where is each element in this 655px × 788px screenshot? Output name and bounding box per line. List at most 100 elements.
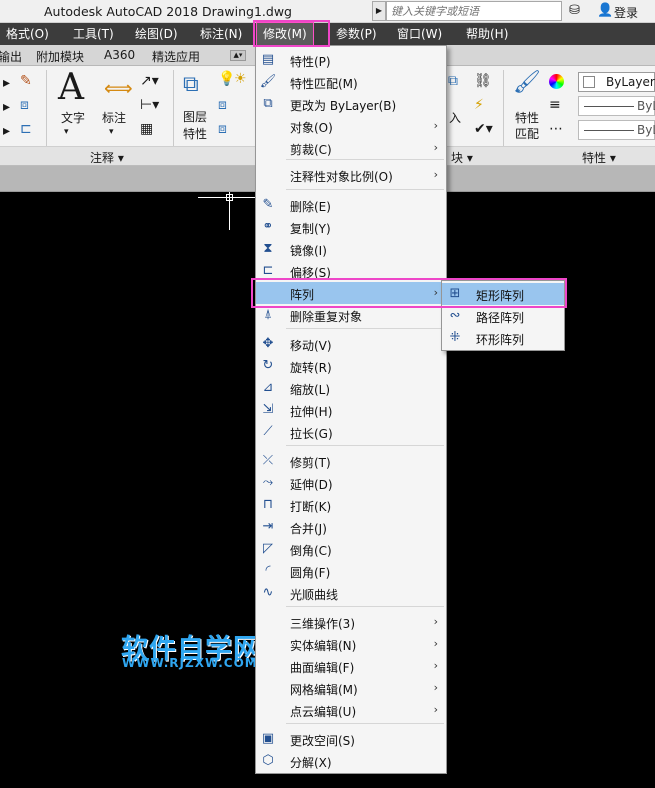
menu-item[interactable]: 对象(O) › — [256, 115, 446, 137]
lineweight-icon[interactable]: ≡ — [549, 98, 561, 112]
panel-label-annotate[interactable]: 注释 ▾ — [90, 149, 124, 166]
menu-item[interactable]: ✎ 删除(E) — [256, 194, 446, 216]
menu-item[interactable]: 曲面编辑(F) › — [256, 655, 446, 677]
user-icon[interactable]: 👤 — [597, 3, 613, 18]
create-block-icon[interactable]: ⧉ — [448, 74, 458, 88]
rotate-icon: ↻ — [262, 358, 274, 373]
lightbulb-icon[interactable]: 💡 — [218, 72, 235, 86]
leader-icon[interactable]: ↗▾ — [140, 74, 159, 88]
table-icon[interactable]: ▦ — [140, 122, 153, 136]
block-tool-icon[interactable]: ⛓ — [474, 74, 492, 88]
dropdown-arrow-icon[interactable]: ▸ — [3, 124, 10, 138]
dimension-tool-icon[interactable]: ⟺ — [104, 78, 133, 98]
scale-icon: ⊿ — [262, 380, 274, 395]
menu-item[interactable]: 注释性对象比例(O) › — [256, 164, 446, 186]
menu-item[interactable]: 🖌 特性匹配(M) — [256, 71, 446, 93]
chevron-down-icon[interactable]: ▾ — [64, 128, 69, 137]
dropdown-arrow-icon[interactable]: ▸ — [3, 76, 10, 90]
submenu-item[interactable]: ⁜ 环形阵列 — [442, 327, 564, 349]
menu-item-label: 对象(O) — [290, 121, 333, 135]
linetype-preview — [584, 130, 634, 131]
menu-tools[interactable]: 工具(T) — [73, 23, 114, 45]
dropdown-arrow-icon[interactable]: ▸ — [3, 100, 10, 114]
menu-item[interactable]: 点云编辑(U) › — [256, 699, 446, 721]
match-properties-icon[interactable]: 🖌 — [513, 72, 541, 94]
menu-item[interactable]: ⇲ 拉伸(H) — [256, 399, 446, 421]
menu-parametric[interactable]: 参数(P) — [336, 23, 377, 45]
menu-item[interactable]: ⊿ 缩放(L) — [256, 377, 446, 399]
menu-item[interactable]: ⊏ 偏移(S) — [256, 260, 446, 282]
color-combo[interactable]: ByLayer — [578, 72, 655, 92]
menu-modify[interactable]: 修改(M) — [256, 22, 314, 46]
submenu-item[interactable]: ∾ 路径阵列 — [442, 305, 564, 327]
panel-label-properties[interactable]: 特性 ▾ — [582, 149, 616, 166]
menu-item[interactable]: 网格编辑(M) › — [256, 677, 446, 699]
menu-item-label: 三维操作(3) — [290, 617, 355, 631]
menu-item[interactable]: ▤ 特性(P) — [256, 49, 446, 71]
layer-tool-icon[interactable]: ⧈ — [218, 98, 227, 112]
menu-item[interactable]: ⧗ 镜像(I) — [256, 238, 446, 260]
tab-output[interactable]: 输出 — [0, 48, 22, 65]
chevron-down-icon[interactable]: ▾ — [109, 128, 114, 137]
tab-featured-apps[interactable]: 精选应用 — [152, 48, 200, 65]
menu-item[interactable]: ✥ 移动(V) — [256, 333, 446, 355]
login-button[interactable]: 登录 — [614, 4, 638, 21]
menu-item[interactable]: ⍋ 删除重复对象 — [256, 304, 446, 326]
rectangular-array-icon: ⊞ — [449, 286, 461, 301]
menu-item[interactable]: 三维操作(3) › — [256, 611, 446, 633]
menu-item[interactable]: ⤳ 延伸(D) — [256, 472, 446, 494]
pencil-icon[interactable]: ✎ — [20, 74, 32, 88]
menu-format[interactable]: 格式(O) — [6, 23, 49, 45]
menu-item[interactable]: ⧉ 更改为 ByLayer(B) — [256, 93, 446, 115]
cube-icon[interactable]: ⧈ — [20, 98, 29, 112]
menu-dimension[interactable]: 标注(N) — [200, 23, 242, 45]
menu-item[interactable]: ⬡ 分解(X) — [256, 750, 446, 772]
menu-item-label: 实体编辑(N) — [290, 639, 357, 653]
menu-item[interactable]: ▣ 更改空间(S) — [256, 728, 446, 750]
properties-icon: ▤ — [261, 52, 275, 67]
tab-addins[interactable]: 附加模块 — [36, 48, 84, 65]
bylayer-icon: ⧉ — [263, 96, 273, 111]
text-tool-icon[interactable]: A — [58, 70, 84, 106]
menu-window[interactable]: 窗口(W) — [397, 23, 442, 45]
menu-item[interactable]: 剪裁(C) › — [256, 137, 446, 159]
menu-item[interactable]: ∿ 光顺曲线 — [256, 582, 446, 604]
menu-item-label: 分解(X) — [290, 756, 332, 770]
offset-tool-icon[interactable]: ⊏ — [20, 122, 32, 136]
title-bar: Autodesk AutoCAD 2018 Drawing1.dwg ▶ ⛁ 👤… — [0, 0, 655, 23]
color-wheel-icon[interactable] — [549, 74, 564, 89]
block-edit-icon[interactable]: ⚡ — [474, 98, 484, 112]
menu-item[interactable]: ◸ 倒角(C) — [256, 538, 446, 560]
menu-item[interactable]: 实体编辑(N) › — [256, 633, 446, 655]
tab-a360[interactable]: A360 — [104, 48, 135, 62]
menu-item-label: 倒角(C) — [290, 544, 332, 558]
menu-item[interactable]: 阵列 › — [256, 282, 446, 304]
sun-icon[interactable]: ☀ — [234, 72, 247, 86]
search-input[interactable] — [386, 1, 562, 21]
menu-item[interactable]: ⊓ 打断(K) — [256, 494, 446, 516]
menu-item[interactable]: ⚭ 复制(Y) — [256, 216, 446, 238]
menu-item[interactable]: ◜ 圆角(F) — [256, 560, 446, 582]
linetype-icon[interactable]: ⋯ — [549, 122, 563, 136]
menu-item[interactable]: ⟋ 拉长(G) — [256, 421, 446, 443]
layer-properties-icon[interactable]: ⧉ — [183, 74, 199, 96]
search-expand-button[interactable]: ▶ — [372, 1, 386, 21]
menu-draw[interactable]: 绘图(D) — [135, 23, 178, 45]
linear-dim-icon[interactable]: ⊢▾ — [140, 98, 159, 112]
menu-item[interactable]: ⇥ 合并(J) — [256, 516, 446, 538]
menu-item[interactable]: ⤫ 修剪(T) — [256, 450, 446, 472]
binoculars-icon[interactable]: ⛁ — [569, 3, 580, 18]
menu-item[interactable]: ↻ 旋转(R) — [256, 355, 446, 377]
layer-properties-label-1: 图层 — [183, 110, 208, 124]
block-attr-icon[interactable]: ✔▾ — [474, 122, 493, 136]
menu-item-label: 镜像(I) — [290, 244, 327, 258]
ribbon-collapse-icon[interactable]: ▲▾ — [230, 50, 246, 61]
submenu-item[interactable]: ⊞ 矩形阵列 — [442, 283, 564, 305]
match-properties-icon: 🖌 — [259, 74, 277, 89]
panel-label-block[interactable]: 块 ▾ — [451, 149, 473, 166]
lineweight-combo[interactable]: ByL — [578, 96, 655, 116]
menu-item-label: 删除(E) — [290, 200, 331, 214]
linetype-combo[interactable]: ByL — [578, 120, 655, 140]
layer-tool-icon[interactable]: ⧈ — [218, 122, 227, 136]
menu-help[interactable]: 帮助(H) — [466, 23, 508, 45]
